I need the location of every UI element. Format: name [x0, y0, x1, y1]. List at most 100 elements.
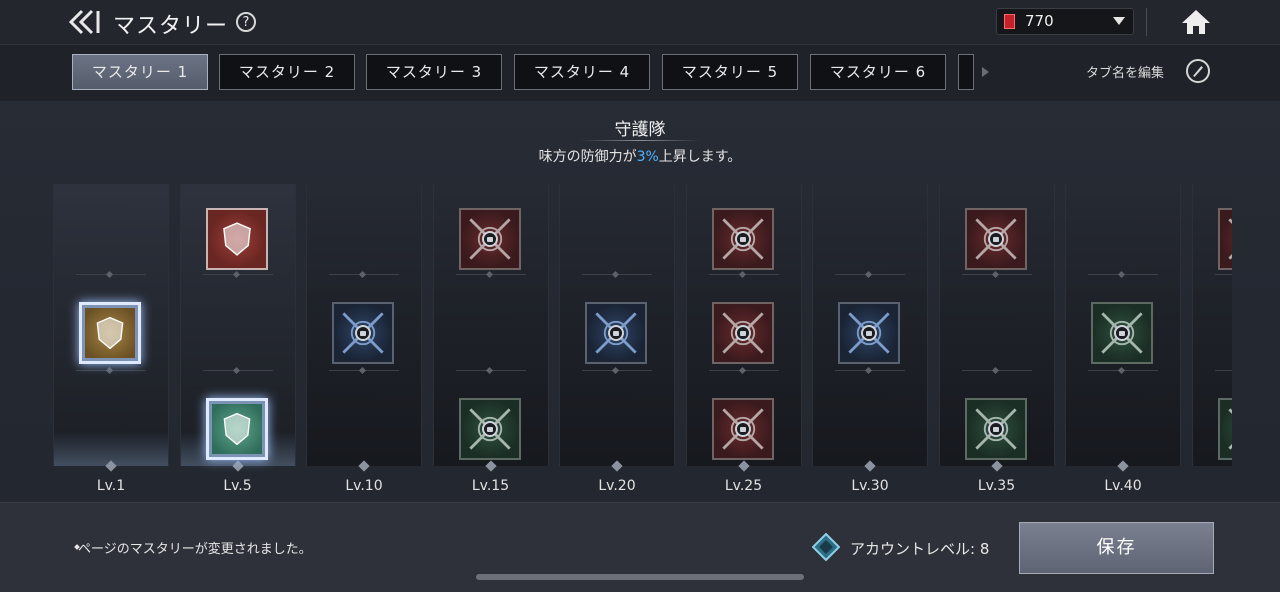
back-arrow-icon[interactable] — [68, 9, 106, 35]
tab-mastery-partial[interactable] — [958, 54, 974, 90]
tab-mastery-5[interactable]: マスタリー 5 — [662, 54, 798, 90]
desc-value: 3% — [636, 149, 659, 165]
level-label: Lv.15 — [471, 478, 510, 494]
mastery-column — [559, 184, 675, 472]
row-separator — [329, 274, 399, 275]
bottom-bar: ページのマスタリーが変更されました。 アカウントレベル: 8 保存 — [0, 502, 1280, 592]
emblem-art — [96, 316, 124, 350]
mastery-tab-bar: マスタリー 1 マスタリー 2 マスタリー 3 マスタリー 4 マスタリー 5 … — [0, 44, 1280, 101]
emblem-art — [1227, 218, 1232, 260]
desc-text-after: 上昇します。 — [658, 149, 742, 165]
lock-icon — [355, 325, 371, 341]
quill-pen-icon[interactable] — [1186, 59, 1210, 83]
row-separator — [1214, 274, 1232, 275]
mastery-column — [53, 184, 169, 472]
green-locked-icon[interactable] — [1091, 302, 1153, 364]
row-separator — [329, 370, 399, 371]
green-locked-icon[interactable] — [1217, 398, 1232, 460]
page-title: マスタリー — [113, 14, 229, 39]
teal-castle-crest-icon[interactable] — [205, 398, 268, 460]
row-separator — [582, 274, 652, 275]
blue-locked-icon[interactable] — [585, 302, 647, 364]
lock-icon — [481, 231, 498, 247]
top-bar: マスタリー ? 770 — [0, 0, 1280, 44]
red-locked-icon[interactable] — [964, 208, 1027, 270]
mastery-column — [685, 184, 802, 472]
emblem-art — [1227, 408, 1232, 450]
mastery-description: 味方の防御力が3%上昇します。 — [440, 146, 840, 166]
column-pin — [990, 460, 1003, 472]
currency-amount: 770 — [1025, 12, 1054, 30]
row-separator — [1088, 274, 1158, 275]
blue-locked-icon[interactable] — [838, 302, 900, 364]
row-separator — [708, 370, 779, 371]
home-icon[interactable] — [1180, 8, 1212, 36]
mastery-column — [1191, 184, 1232, 466]
emblem-art — [222, 222, 251, 256]
lock-icon — [734, 325, 751, 341]
lock-icon — [481, 421, 498, 437]
gold-handshake-icon[interactable] — [79, 302, 141, 364]
divider — [1146, 8, 1147, 36]
red-locked-icon[interactable] — [711, 302, 774, 364]
tab-mastery-6[interactable]: マスタリー 6 — [810, 54, 946, 90]
tab-scroll-right-icon[interactable] — [982, 67, 989, 77]
level-label: Lv.5 — [223, 478, 252, 494]
tab-mastery-3[interactable]: マスタリー 3 — [366, 54, 502, 90]
tab-mastery-1[interactable]: マスタリー 1 — [72, 54, 208, 90]
column-pin — [484, 460, 497, 472]
account-level-text: アカウントレベル: 8 — [850, 540, 990, 558]
mastery-column — [179, 184, 296, 472]
row-separator — [1214, 370, 1232, 371]
mastery-column — [812, 184, 928, 472]
green-locked-icon[interactable] — [964, 398, 1027, 460]
row-separator — [961, 370, 1032, 371]
green-locked-icon[interactable] — [458, 398, 521, 460]
column-pin — [611, 460, 623, 472]
row-separator — [455, 274, 526, 275]
desc-text-before: 味方の防御力が — [538, 149, 637, 165]
red-locked-icon[interactable] — [711, 398, 774, 460]
red-locked-icon[interactable] — [711, 208, 774, 270]
level-label: Lv.40 — [1104, 478, 1142, 494]
lock-icon — [987, 421, 1004, 437]
tab-mastery-4[interactable]: マスタリー 4 — [514, 54, 650, 90]
mastery-column — [938, 184, 1055, 472]
red-gem-icon — [1004, 14, 1015, 29]
lock-icon — [861, 325, 877, 341]
column-pin — [864, 460, 876, 472]
emblem-art — [223, 412, 250, 446]
level-label: Lv.1 — [96, 478, 126, 494]
mastery-name: 守護隊 — [614, 120, 666, 140]
account-level-diamond-icon — [812, 533, 840, 561]
save-button[interactable]: 保存 — [1019, 522, 1214, 574]
red-demon-crest-icon[interactable] — [205, 208, 268, 270]
lock-icon — [987, 231, 1004, 247]
help-icon[interactable]: ? — [236, 12, 256, 32]
mastery-column — [1065, 184, 1181, 472]
red-locked-icon[interactable] — [1217, 208, 1232, 270]
tab-mastery-2[interactable]: マスタリー 2 — [219, 54, 355, 90]
blue-locked-icon[interactable] — [332, 302, 394, 364]
caret-down-icon — [1113, 17, 1125, 25]
row-separator — [708, 274, 779, 275]
lock-icon — [734, 421, 751, 437]
red-locked-icon[interactable] — [458, 208, 521, 270]
row-separator — [76, 370, 146, 371]
row-separator — [582, 370, 652, 371]
lock-icon — [608, 325, 624, 341]
column-pin — [737, 460, 750, 472]
rename-tab-label[interactable]: タブ名を編集 — [1086, 62, 1164, 81]
row-separator — [835, 274, 905, 275]
change-notice: ページのマスタリーが変更されました。 — [78, 538, 312, 557]
row-separator — [455, 370, 526, 371]
currency-dropdown[interactable]: 770 — [996, 8, 1134, 35]
row-separator — [202, 370, 273, 371]
column-pin — [1117, 460, 1129, 472]
level-label: Lv.20 — [598, 478, 636, 494]
row-separator — [961, 274, 1032, 275]
title-underline — [580, 140, 700, 141]
level-label: Lv.30 — [851, 478, 889, 494]
row-separator — [835, 370, 905, 371]
column-pin — [358, 460, 370, 472]
